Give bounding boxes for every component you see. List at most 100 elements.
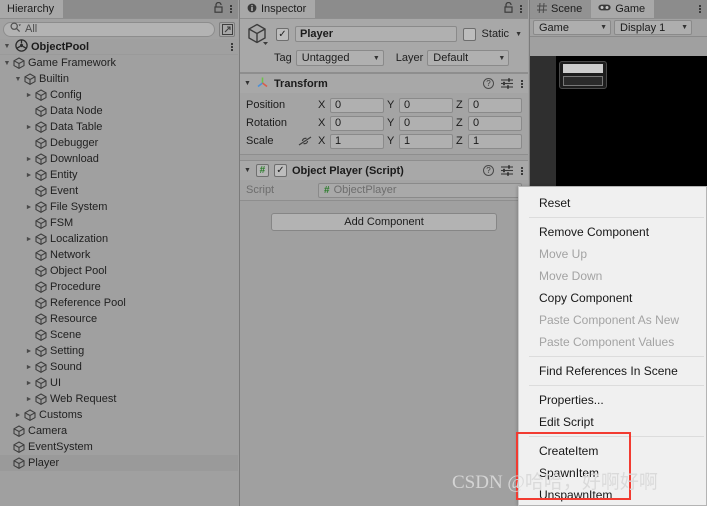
gameobject-enabled-checkbox[interactable]: ✓ [276,27,289,41]
hierarchy-item-label: Procedure [50,281,101,293]
hierarchy-item-scene[interactable]: Scene [0,327,238,343]
hierarchy-item-game-framework[interactable]: ▼ Game Framework [0,55,238,71]
expand-arrow-icon[interactable]: ► [24,380,34,387]
expand-icon[interactable] [219,21,235,37]
gameview-display-value: Display 1 [620,21,666,34]
expand-arrow-icon[interactable]: ► [24,396,34,403]
scene-expand-arrow[interactable]: ▼ [2,43,12,50]
hierarchy-item-file-system[interactable]: ► File System [0,199,238,215]
transform-scale-z-input[interactable]: 1 [468,133,522,149]
tabbar-spacer [654,0,692,18]
expand-arrow-icon[interactable]: ► [24,124,34,131]
inspector-menu-icon[interactable] [519,5,522,13]
hierarchy-item-player[interactable]: Player [0,455,238,471]
expand-arrow-icon[interactable]: ► [24,348,34,355]
expand-arrow-icon[interactable]: ► [13,412,23,419]
scene-menu-icon[interactable] [230,42,233,51]
hierarchy-item-event[interactable]: Event [0,183,238,199]
collapse-arrow-icon[interactable]: ▼ [2,60,12,67]
transform-rotation-x-input[interactable]: 0 [330,115,384,131]
hierarchy-item-entity[interactable]: ► Entity [0,167,238,183]
expand-arrow-icon[interactable]: ► [24,156,34,163]
menu-item-properties[interactable]: Properties... [519,389,706,411]
transform-rotation-z-input[interactable]: 0 [468,115,522,131]
script-header[interactable]: ▼ # ✓ Object Player (Script) ? [240,161,528,180]
transform-foldout-icon[interactable]: ▼ [244,80,251,87]
script-menu-icon[interactable] [520,166,523,175]
expand-arrow-icon[interactable]: ► [24,364,34,371]
transform-rotation-y-input[interactable]: 0 [399,115,453,131]
lock-icon[interactable] [504,1,513,16]
tab-scene[interactable]: Scene [530,0,592,18]
hierarchy-item-eventsystem[interactable]: EventSystem [0,439,238,455]
expand-arrow-icon[interactable]: ► [24,172,34,179]
transform-position-y-input[interactable]: 0 [399,97,453,113]
lock-icon[interactable] [214,1,223,16]
hierarchy-item-sound[interactable]: ► Sound [0,359,238,375]
hierarchy-item-builtin[interactable]: ▼ Builtin [0,71,238,87]
gameview-display-dropdown[interactable]: Display 1 ▼ [614,20,692,35]
hierarchy-item-debugger[interactable]: Debugger [0,135,238,151]
transform-scale-y-input[interactable]: 1 [399,133,453,149]
expand-arrow-icon[interactable]: ► [24,92,34,99]
collapse-arrow-icon[interactable]: ▼ [13,76,23,83]
hierarchy-item-customs[interactable]: ► Customs [0,407,238,423]
hierarchy-item-config[interactable]: ► Config [0,87,238,103]
hierarchy-item-data-node[interactable]: Data Node [0,103,238,119]
static-checkbox[interactable] [462,27,476,41]
inspector-tabbar: Inspector [240,0,528,19]
hierarchy-item-procedure[interactable]: Procedure [0,279,238,295]
script-foldout-icon[interactable]: ▼ [244,167,251,174]
help-icon[interactable]: ? [483,165,494,176]
menu-item-copy-component[interactable]: Copy Component [519,287,706,309]
menu-item-createitem[interactable]: CreateItem [519,440,706,462]
menu-item-edit-script[interactable]: Edit Script [519,411,706,433]
tag-dropdown[interactable]: Untagged ▼ [295,50,384,66]
hierarchy-item-reference-pool[interactable]: Reference Pool [0,295,238,311]
hierarchy-item-download[interactable]: ► Download [0,151,238,167]
gameview-menu-icon[interactable] [698,5,701,13]
hierarchy-item-setting[interactable]: ► Setting [0,343,238,359]
transform-header[interactable]: ▼ Transform ? [240,74,528,93]
gameobject-icon [34,232,48,246]
axis-label-y: Y [387,135,395,147]
transform-position-x-input[interactable]: 0 [330,97,384,113]
search-input[interactable]: All [3,21,215,37]
expand-arrow-icon[interactable]: ► [24,236,34,243]
menu-item-find-references-in-scene[interactable]: Find References In Scene [519,360,706,382]
debugger-overlay[interactable] [559,61,607,89]
script-object-field[interactable]: # ObjectPlayer [318,182,522,198]
hierarchy-item-camera[interactable]: Camera [0,423,238,439]
gameobject-name-field[interactable]: Player [295,26,457,42]
expand-arrow-icon[interactable]: ► [24,204,34,211]
script-enabled-checkbox[interactable]: ✓ [273,164,287,177]
hierarchy-item-fsm[interactable]: FSM [0,215,238,231]
tab-game[interactable]: Game [591,0,655,18]
add-component-button[interactable]: Add Component [271,213,497,231]
component-context-menu[interactable]: Reset Remove Component Move Up Move Down Cop… [518,186,707,506]
game-render-canvas[interactable] [530,56,707,203]
hierarchy-item-web-request[interactable]: ► Web Request [0,391,238,407]
static-dropdown-caret-icon[interactable]: ▼ [515,31,522,38]
transform-position-z-input[interactable]: 0 [468,97,522,113]
tab-inspector[interactable]: Inspector [240,0,316,18]
hierarchy-item-ui[interactable]: ► UI [0,375,238,391]
transform-scale-x-input[interactable]: 1 [330,133,384,149]
hierarchy-item-network[interactable]: Network [0,247,238,263]
preset-icon[interactable] [501,165,513,176]
hierarchy-item-localization[interactable]: ► Localization [0,231,238,247]
scene-root-row[interactable]: ▼ ObjectPool [0,38,238,55]
tab-hierarchy[interactable]: Hierarchy [0,0,64,18]
scale-uniform-link-icon[interactable] [298,136,318,146]
transform-menu-icon[interactable] [520,79,523,88]
menu-item-remove-component[interactable]: Remove Component [519,221,706,243]
hierarchy-menu-icon[interactable] [229,5,232,13]
hierarchy-item-object-pool[interactable]: Object Pool [0,263,238,279]
menu-item-reset[interactable]: Reset [519,192,706,214]
hierarchy-item-data-table[interactable]: ► Data Table [0,119,238,135]
help-icon[interactable]: ? [483,78,494,89]
preset-icon[interactable] [501,78,513,89]
layer-dropdown[interactable]: Default ▼ [427,50,510,66]
hierarchy-item-resource[interactable]: Resource [0,311,238,327]
gameview-aspect-dropdown[interactable]: Game ▼ [533,20,611,35]
